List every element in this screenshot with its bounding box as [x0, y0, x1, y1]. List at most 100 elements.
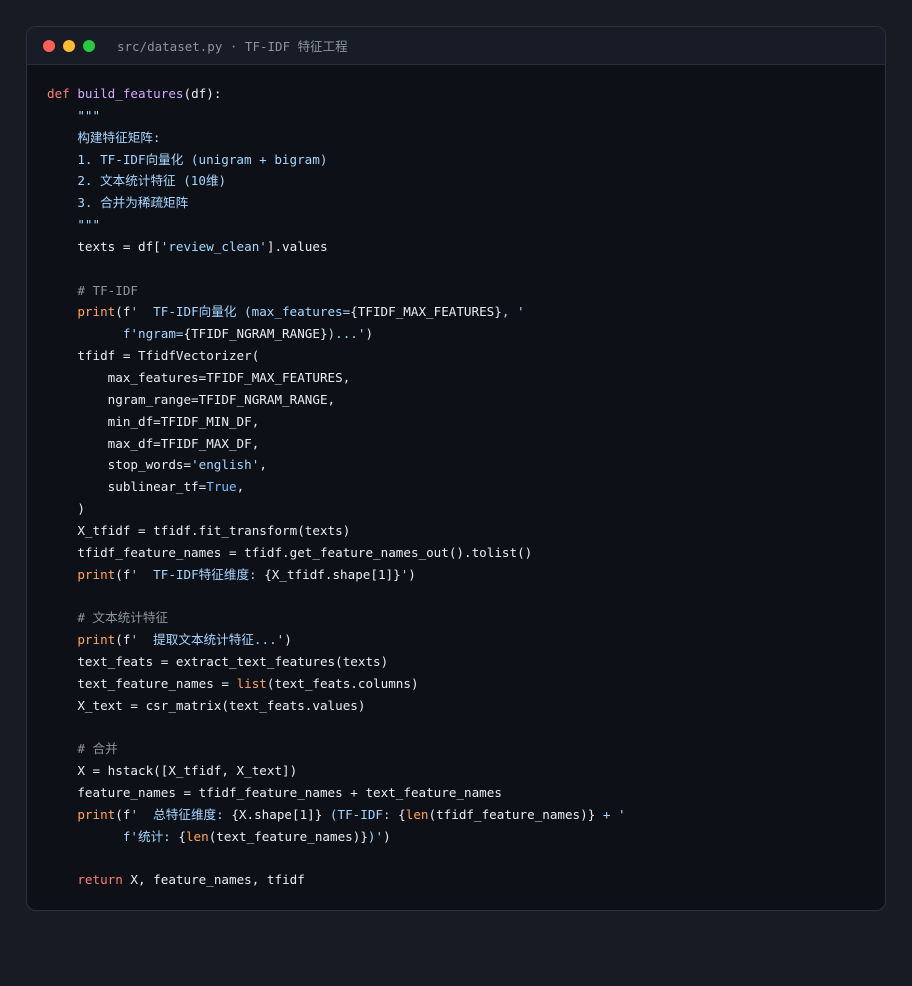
window-title: src/dataset.py · TF-IDF 特征工程 [117, 39, 348, 54]
code-token: {TFIDF_MAX_FEATURES} [350, 304, 502, 320]
code-line: print(f' 总特征维度: {X.shape[1]} (TF-IDF: {l… [47, 804, 625, 826]
code-line: feature_names = tfidf_feature_names + te… [47, 782, 626, 804]
code-token: """ [47, 107, 101, 123]
code-token: (df): [183, 86, 222, 101]
code-token: 2. 文本统计特征 (10维) [47, 173, 227, 189]
code-token: build_features [77, 86, 184, 101]
code-line: max_df=TFIDF_MAX_DF, [47, 433, 626, 455]
code-line: f'统计: {len(text_feature_names)})') [47, 826, 626, 848]
code-token: ) [383, 828, 391, 844]
code-line: 构建特征矩阵: [47, 127, 626, 149]
code-line: tfidf_feature_names = tfidf.get_feature_… [47, 542, 626, 564]
code-token: X_text = csr_matrix(text_feats.values) [47, 697, 366, 713]
code-token: ' TF-IDF向量化 (max_features= [130, 304, 351, 320]
code-token: print [77, 632, 116, 648]
code-token: feature_names = tfidf_feature_names + te… [47, 785, 502, 800]
code-token: min_df=TFIDF_MIN_DF, [47, 413, 260, 429]
code-token: X, feature_names, tfidf [122, 872, 305, 888]
code-token: text_feature_names = [47, 675, 237, 691]
code-line: def build_features(df): [47, 83, 626, 105]
code-token: (f [115, 806, 131, 822]
code-token: , [236, 479, 245, 495]
code-token: max_features=TFIDF_MAX_FEATURES, [47, 369, 351, 385]
code-token: sublinear_tf= [47, 479, 207, 495]
code-line: X_tfidf = tfidf.fit_transform(texts) [47, 520, 626, 542]
code-line: ngram_range=TFIDF_NGRAM_RANGE, [47, 389, 626, 411]
code-token: print [77, 304, 116, 320]
code-token: ' 总特征维度: [130, 806, 232, 822]
maximize-button[interactable] [83, 39, 95, 52]
code-line: X = hstack([X_tfidf, X_text]) [47, 760, 626, 782]
code-token: len [185, 828, 209, 844]
code-token: ngram_range=TFIDF_NGRAM_RANGE, [47, 391, 336, 407]
code-token: """ [47, 217, 101, 233]
code-token: 3. 合并为稀疏矩阵 [47, 195, 189, 211]
code-token: # TF-IDF [47, 282, 138, 298]
code-line: """ [47, 214, 626, 236]
code-token: { [398, 806, 406, 822]
code-token: len [405, 806, 429, 822]
code-token: )...' [327, 326, 366, 342]
code-token: (text_feats.columns) [266, 675, 419, 691]
code-token: 构建特征矩阵: [47, 129, 161, 145]
code-token: ) [408, 566, 416, 582]
code-token: print [77, 566, 116, 582]
code-token: stop_words= [47, 457, 192, 473]
title-bar: src/dataset.py · TF-IDF 特征工程 [27, 27, 885, 65]
code-line: max_features=TFIDF_MAX_FEATURES, [47, 367, 626, 389]
code-token: f'ngram= [47, 326, 184, 342]
code-token: 'english' [191, 457, 260, 473]
code-token: def [47, 86, 70, 101]
code-line: f'ngram={TFIDF_NGRAM_RANGE})...') [47, 323, 626, 345]
code-token: (f [115, 632, 131, 648]
code-token: (text_feature_names)} [208, 828, 368, 844]
code-token: {TFIDF_NGRAM_RANGE} [183, 326, 328, 342]
code-token: # 文本统计特征 [47, 610, 169, 626]
code-line: 2. 文本统计特征 (10维) [47, 170, 626, 192]
code-token: print [77, 806, 116, 822]
minimize-button[interactable] [63, 39, 75, 52]
code-line: print(f' TF-IDF向量化 (max_features={TFIDF_… [47, 301, 626, 323]
code-line: print(f' TF-IDF特征维度: {X_tfidf.shape[1]}'… [47, 564, 626, 586]
code-token: X = hstack([X_tfidf, X_text]) [47, 763, 298, 779]
code-token: tfidf_feature_names = tfidf.get_feature_… [47, 544, 533, 560]
close-button[interactable] [43, 39, 55, 52]
code-line: texts = df['review_clean'].values [47, 236, 626, 258]
code-token: { [178, 828, 186, 844]
code-line: ) [47, 498, 626, 520]
code-line: 3. 合并为稀疏矩阵 [47, 192, 626, 214]
code-line: stop_words='english', [47, 454, 626, 476]
code-token: ' TF-IDF特征维度: [130, 566, 265, 582]
code-token: (TF-IDF: [322, 806, 399, 822]
code-token: {X_tfidf.shape[1]} [264, 566, 401, 582]
code-token: ) [365, 326, 374, 342]
code-token: X_tfidf = tfidf.fit_transform(texts) [47, 522, 351, 538]
code-line: text_feats = extract_text_features(texts… [47, 651, 626, 673]
code-token: ) [47, 501, 85, 517]
code-line: """ [47, 105, 626, 127]
code-line: # TF-IDF [47, 280, 626, 302]
code-token: list [236, 675, 267, 691]
code-token: ].values [266, 238, 328, 254]
code-line: text_feature_names = list(text_feats.col… [47, 673, 626, 695]
code-line: print(f' 提取文本统计特征...') [47, 629, 626, 651]
code-token: ) [284, 632, 292, 648]
code-line: tfidf = TfidfVectorizer( [47, 345, 626, 367]
code-token: 'review_clean' [160, 238, 267, 254]
code-token: text_feats = extract_text_features(texts… [47, 653, 389, 669]
code-token: , ' [501, 304, 525, 320]
code-token: True [206, 479, 237, 495]
code-block: def build_features(df): """ 构建特征矩阵: 1. T… [47, 83, 626, 891]
code-token: 1. TF-IDF向量化 (unigram + bigram) [47, 151, 328, 167]
code-token: {X.shape[1]} [231, 806, 323, 822]
code-token: # 合并 [47, 741, 118, 757]
code-line: X_text = csr_matrix(text_feats.values) [47, 695, 626, 717]
code-token: (f [115, 566, 131, 582]
code-token: (f [115, 304, 131, 320]
